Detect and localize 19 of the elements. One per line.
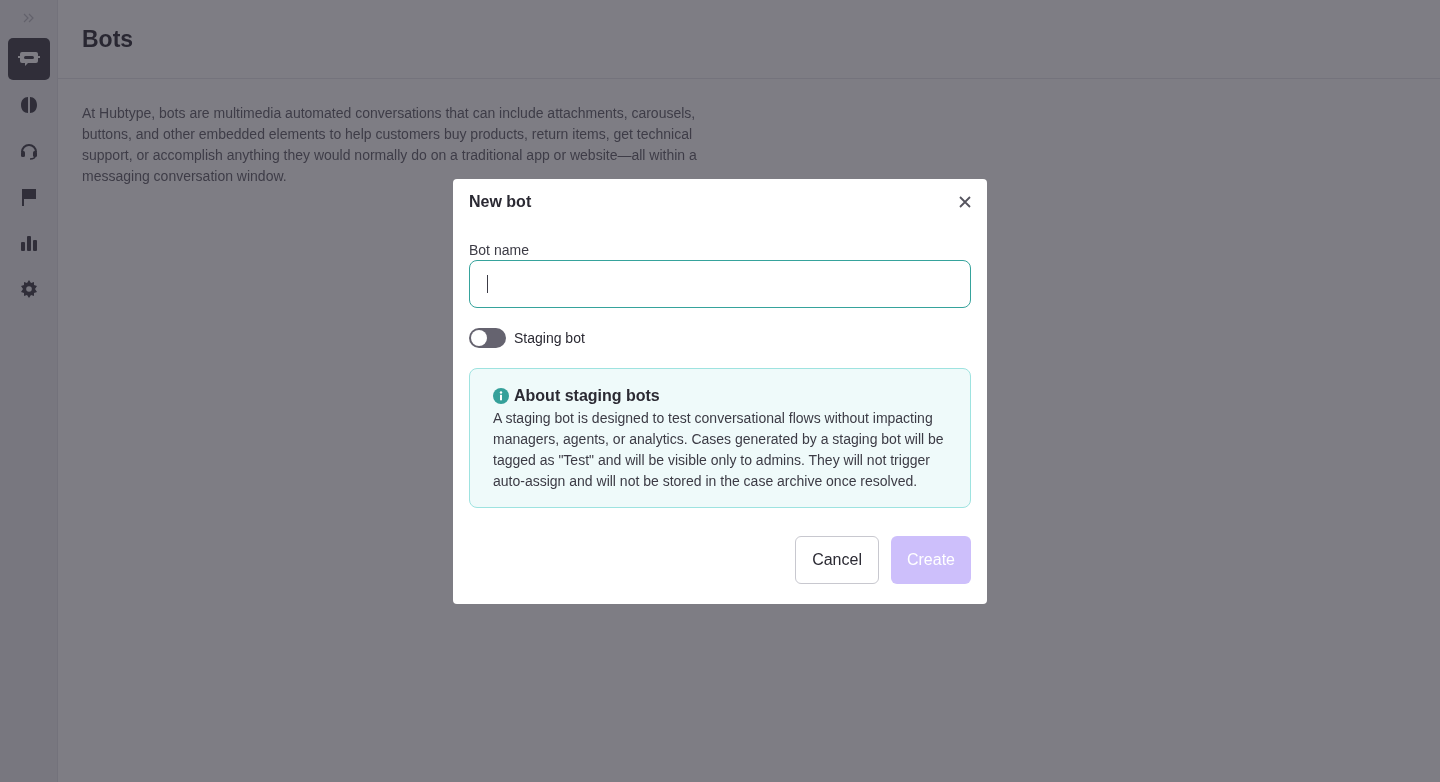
nav-bot-item[interactable] xyxy=(7,38,50,80)
flag-icon xyxy=(20,188,37,206)
page-description: At Hubtype, bots are multimedia automated conversations that can include attachments, carousels, buttons, and other embedded elements to help customers buy products, return items, get technical support, or accomplish anything they would normally do on a traditional app or website—all within a messaging conversation window. xyxy=(82,104,698,186)
close-icon[interactable] xyxy=(959,195,971,208)
brain-icon xyxy=(19,96,38,114)
page-title: Bots xyxy=(82,25,134,53)
info-text: A staging bot is designed to test conversational flows without impacting managers, agents, or analytics. Cases generated by a staging bot will be tagged as "Test" and will be visible only to admins. They will not trigger auto-assign and will not be stored in the case archive once resolved. xyxy=(493,408,945,491)
staging-toggle[interactable] xyxy=(469,327,506,348)
cancel-button[interactable]: Cancel xyxy=(795,535,879,584)
field-label: Bot name xyxy=(469,241,529,258)
bot-name-field[interactable] xyxy=(469,259,971,308)
headset-icon xyxy=(19,142,38,160)
info-title: About staging bots xyxy=(514,386,660,405)
dialog-title: New bot xyxy=(469,192,532,211)
bot-icon xyxy=(17,49,40,69)
toggle-label: Staging bot xyxy=(514,329,585,346)
settings-icon xyxy=(19,280,38,298)
bar-chart-icon xyxy=(20,235,37,251)
info-icon xyxy=(493,387,509,404)
